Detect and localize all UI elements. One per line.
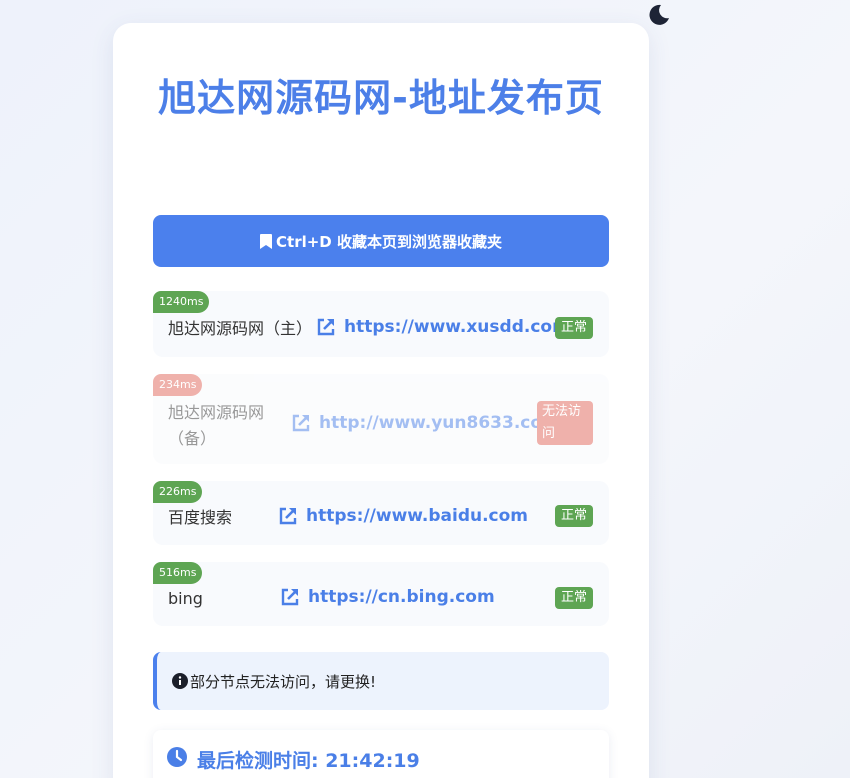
link-url-text: http://www.yun8633.com: [319, 413, 560, 433]
external-link-icon: [281, 588, 299, 606]
link-row: 234ms 旭达网源码网（备） http://www.yun8633.com 无…: [153, 374, 609, 464]
link-name: 旭达网源码网（主）: [168, 319, 313, 338]
link-url-text: https://www.xusdd.com: [344, 317, 570, 337]
latency-badge: 226ms: [153, 481, 203, 503]
link-url[interactable]: https://cn.bing.com: [280, 587, 495, 607]
link-name: 旭达网源码网（备）: [168, 403, 265, 448]
link-url-text: https://cn.bing.com: [308, 587, 495, 607]
clock-icon: [167, 747, 187, 767]
bookmark-icon: [260, 233, 273, 249]
external-link-icon: [292, 414, 310, 432]
external-link-icon: [279, 507, 297, 525]
external-link-icon: [317, 318, 335, 336]
bookmark-label: Ctrl+D 收藏本页到浏览器收藏夹: [276, 232, 502, 251]
page-title: 旭达网源码网-地址发布页: [158, 76, 604, 120]
last-check-text: 最后检测时间: 21:42:19: [197, 750, 420, 772]
theme-toggle-button[interactable]: [646, 2, 672, 28]
main-card: 旭达网源码网-地址发布页 Ctrl+D 收藏本页到浏览器收藏夹 1240ms 旭…: [113, 23, 649, 778]
info-circle-icon: [172, 673, 188, 689]
status-badge: 正常: [555, 505, 594, 527]
latency-badge: 516ms: [153, 562, 203, 584]
link-url-text: https://www.baidu.com: [306, 506, 529, 526]
link-row: 1240ms 旭达网源码网（主） https://www.xusdd.com 正…: [153, 291, 609, 357]
notice-text: 部分节点无法访问，请更换!: [190, 672, 377, 691]
link-name: bing: [168, 589, 203, 608]
link-url[interactable]: http://www.yun8633.com: [291, 413, 560, 433]
link-name: 百度搜索: [168, 508, 233, 527]
latency-badge: 234ms: [153, 374, 203, 396]
link-url[interactable]: https://www.baidu.com: [278, 506, 528, 526]
last-check-panel: 最后检测时间: 21:42:19: [153, 730, 609, 778]
status-badge: 无法访问: [537, 401, 593, 445]
link-url[interactable]: https://www.xusdd.com: [316, 317, 570, 337]
status-badge: 正常: [555, 587, 594, 609]
bookmark-button[interactable]: Ctrl+D 收藏本页到浏览器收藏夹: [153, 215, 609, 267]
notice-box: 部分节点无法访问，请更换!: [153, 652, 609, 710]
link-row: 226ms 百度搜索 https://www.baidu.com 正常: [153, 481, 609, 545]
moon-icon: [649, 4, 669, 25]
latency-badge: 1240ms: [153, 291, 210, 313]
status-badge: 正常: [555, 317, 594, 339]
link-row: 516ms bing https://cn.bing.com 正常: [153, 562, 609, 626]
